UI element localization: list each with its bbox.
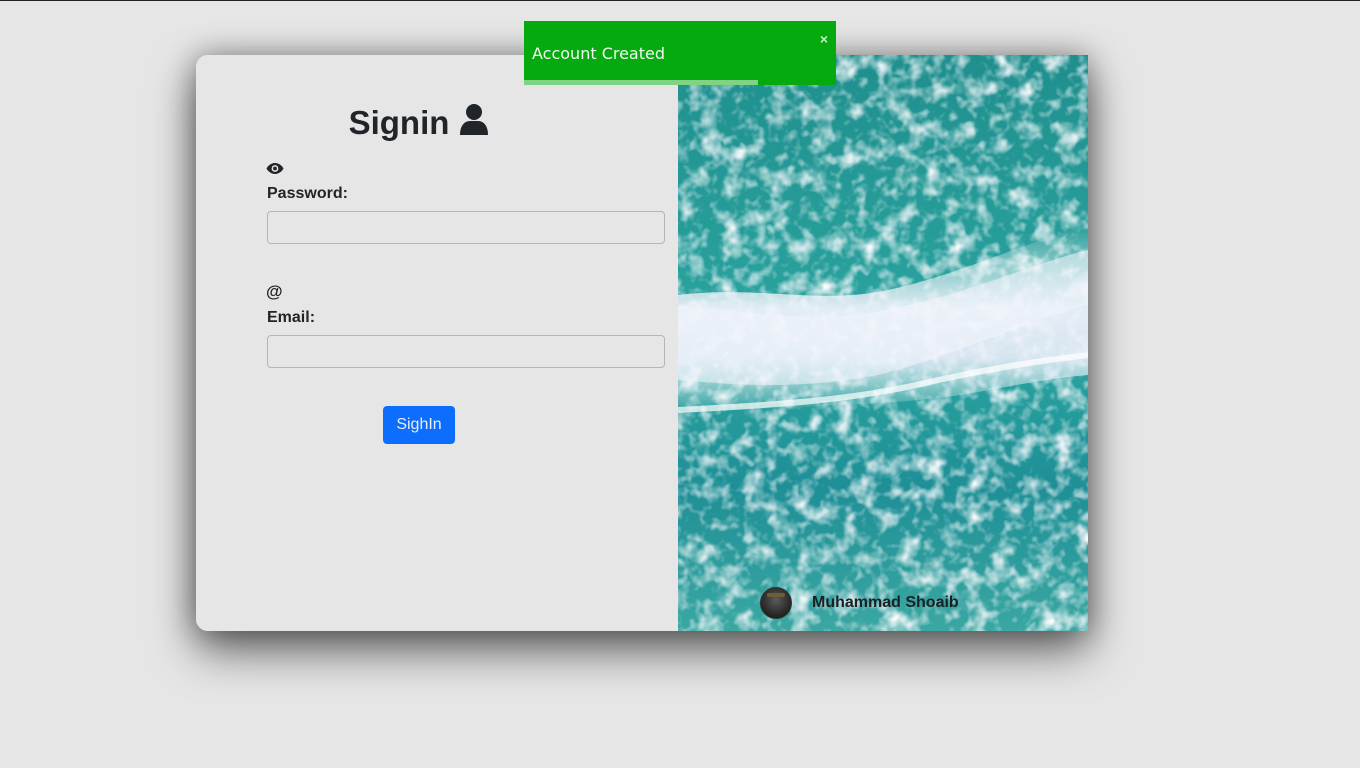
signin-card: Signin Password: @ Email: SighIn Muhamma… <box>196 55 1088 631</box>
password-field[interactable] <box>267 211 665 244</box>
email-label: Email: <box>267 309 316 326</box>
success-toast: Account Created × <box>524 21 836 85</box>
at-icon: @ <box>266 282 283 301</box>
email-field[interactable] <box>267 335 665 368</box>
eye-icon[interactable] <box>266 162 284 180</box>
photo-credit: Muhammad Shoaib <box>760 587 959 619</box>
toast-progress-bar <box>524 80 758 85</box>
close-icon[interactable]: × <box>820 31 828 47</box>
author-name: Muhammad Shoaib <box>812 594 959 611</box>
user-icon <box>459 103 489 143</box>
toast-message: Account Created <box>532 44 666 63</box>
page-title: Signin <box>196 103 642 143</box>
title-text: Signin <box>348 104 450 141</box>
signin-button[interactable]: SighIn <box>383 406 455 444</box>
avatar <box>760 587 792 619</box>
ocean-image: Muhammad Shoaib <box>678 55 1088 631</box>
password-label: Password: <box>267 185 348 202</box>
signin-form: Signin Password: @ Email: SighIn <box>196 55 678 631</box>
top-divider <box>0 0 1360 1</box>
